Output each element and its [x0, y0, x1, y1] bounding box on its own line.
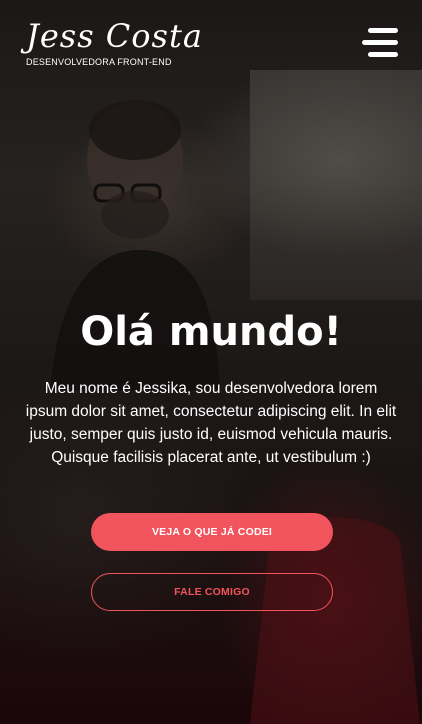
hero-section: Jess Costa DESENVOLVEDORA FRONT-END Olá … — [0, 0, 422, 724]
background-photo-window — [250, 70, 422, 300]
hamburger-menu-icon — [362, 28, 398, 57]
hero-description: Meu nome é Jessika, sou desenvolvedora l… — [25, 380, 397, 466]
view-work-button[interactable]: VEJA O QUE JÁ CODEI — [91, 513, 333, 551]
logo-name: Jess Costa — [26, 17, 203, 55]
menu-button[interactable] — [358, 26, 402, 60]
logo-tagline: DESENVOLVEDORA FRONT-END — [26, 57, 172, 67]
contact-button[interactable]: FALE COMIGO — [91, 573, 333, 611]
hero-title: Olá mundo! — [80, 309, 342, 355]
site-logo[interactable]: Jess Costa DESENVOLVEDORA FRONT-END — [26, 17, 203, 68]
